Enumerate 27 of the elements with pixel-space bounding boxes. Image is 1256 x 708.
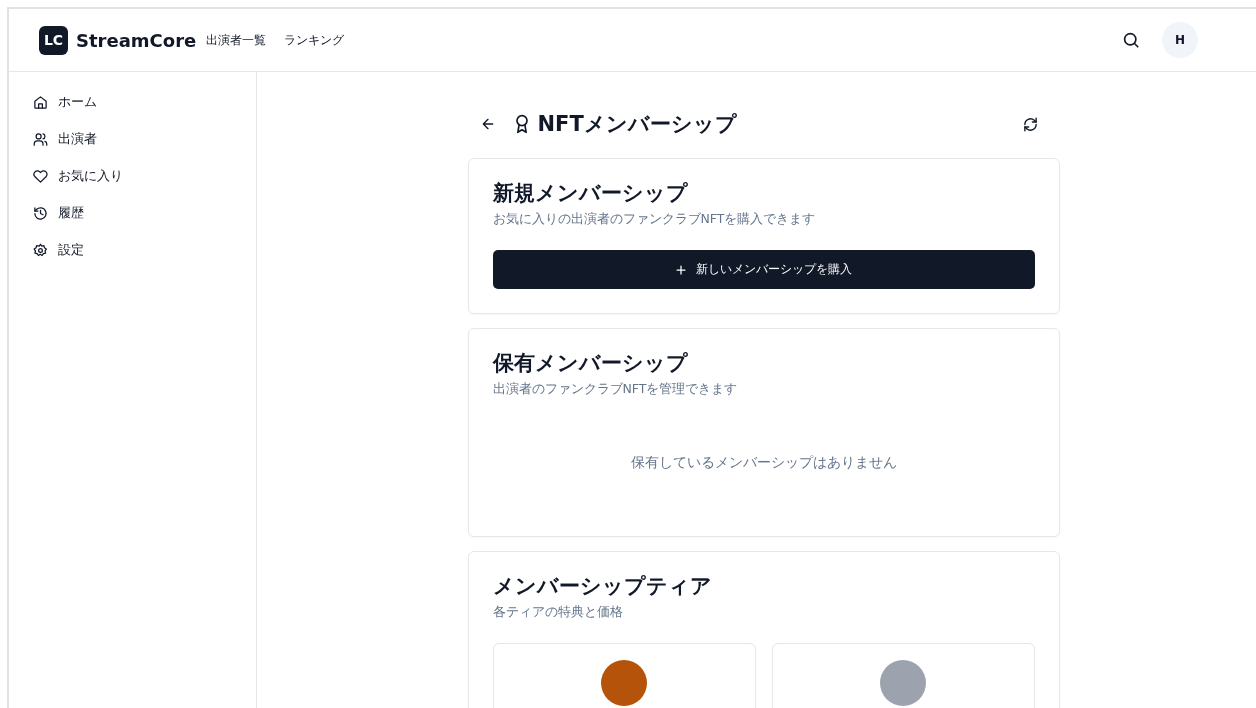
user-avatar[interactable]: H	[1162, 22, 1198, 58]
history-icon	[33, 206, 48, 221]
empty-message: 保有しているメンバーシップはありません	[629, 454, 898, 472]
logo-mark: LC	[39, 25, 68, 55]
users-icon	[33, 132, 48, 147]
brand-name[interactable]: StreamCore	[76, 29, 197, 51]
sidebar-item[interactable]: 履歴	[33, 205, 84, 222]
page-title: NFTメンバーシップ	[537, 111, 737, 138]
buy-membership-button[interactable]: 新しいメンバーシップを購入	[492, 250, 1035, 289]
card-subtitle: 出演者のファンクラブNFTを管理できます	[492, 381, 739, 398]
sidebar-item[interactable]: 設定	[33, 242, 84, 259]
nav-link[interactable]: ランキング	[284, 31, 345, 49]
card-subtitle: 各ティアの特典と価格	[492, 604, 624, 621]
sidebar-item[interactable]: お気に入り	[33, 168, 123, 185]
sidebar-item[interactable]: ホーム	[33, 94, 97, 111]
nav-link[interactable]: 出演者一覧	[206, 31, 267, 49]
plus-icon	[675, 263, 687, 276]
search-icon[interactable]	[1122, 31, 1140, 49]
home-icon	[33, 95, 48, 110]
refresh-icon[interactable]	[1022, 116, 1038, 132]
card-title: 保有メンバーシップ	[492, 350, 689, 377]
settings-icon	[33, 243, 48, 258]
heart-icon	[33, 169, 48, 184]
card-title: 新規メンバーシップ	[492, 180, 689, 207]
card-title: メンバーシップティア	[492, 573, 713, 600]
card-subtitle: お気に入りの出演者のファンクラブNFTを購入できます	[492, 211, 817, 228]
sidebar-item[interactable]: 出演者	[33, 131, 97, 148]
